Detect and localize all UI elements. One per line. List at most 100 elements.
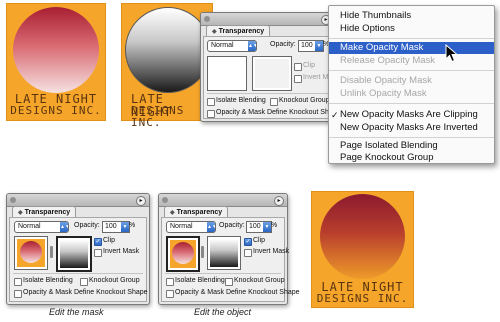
menu-item-label: New Opacity Masks Are Clipping [340,109,478,120]
knockout-group-label: Knockout Group [234,277,285,284]
menu-item-unlink-opacity-mask[interactable]: Unlink Opacity Mask [329,88,494,100]
blend-mode-select[interactable]: Normal ▲▼ [207,40,257,52]
mask-thumbnail-selected[interactable] [56,236,92,272]
menu-separator [329,38,494,39]
blend-mode-select[interactable]: Normal ▲▼ [14,221,69,233]
clip-checkbox[interactable] [294,63,302,71]
close-icon[interactable] [204,16,210,22]
select-arrow-icon: ▲▼ [248,41,257,51]
percent-sign: % [271,222,278,229]
menu-item-hide-options[interactable]: Hide Options [329,23,494,35]
panel-divider [165,273,281,274]
blend-mode-value: Normal [18,223,41,230]
object-thumbnail-selected[interactable] [166,236,200,272]
opacity-input[interactable]: 100 ▼ [298,40,324,52]
close-icon[interactable] [162,197,168,203]
opacity-mask-knockout-checkbox[interactable] [207,110,215,118]
opacity-arrow-icon[interactable]: ▼ [263,222,271,232]
tab-label: Transparency [24,209,71,216]
checkmark-icon: ✓ [331,110,339,120]
mouse-cursor-icon [445,44,459,63]
panel-body: Normal ▲▼ Opacity: 100 ▼ % ✓ Clip Invert… [9,217,148,302]
invert-mask-checkbox[interactable] [244,249,252,257]
invert-mask-checkbox[interactable] [94,249,102,257]
menu-item-disable-opacity-mask[interactable]: Disable Opacity Mask [329,75,494,87]
mask-link-icon[interactable] [50,246,53,258]
opacity-arrow-icon[interactable]: ▼ [121,222,129,232]
blend-mode-select[interactable]: Normal ▲▼ [166,221,216,233]
panel-flyout-menu: Hide Thumbnails Hide Options Make Opacit… [328,5,495,164]
menu-item-new-masks-clipping[interactable]: ✓ New Opacity Masks Are Clipping [329,109,494,121]
opacity-mask-knockout-label: Opacity & Mask Define Knockout Shape [175,289,300,296]
panel-divider [207,93,328,94]
menu-separator [329,70,494,71]
clip-label: Clip [253,237,266,244]
knockout-group-checkbox[interactable] [270,98,278,106]
close-icon[interactable] [10,197,16,203]
menu-separator [329,137,494,138]
transparency-panel-edit-object: ◆ Transparency ▸ Normal ▲▼ Opacity: 100 ▼… [158,193,300,305]
knockout-group-checkbox[interactable] [80,278,88,286]
panel-body: Normal ▲▼ Opacity: 100 ▼ % Clip Invert M… [203,36,341,119]
menu-item-page-knockout-group[interactable]: Page Knockout Group [329,152,494,164]
tab-arrows-icon: ◆ [18,210,23,216]
isolate-blending-checkbox[interactable] [207,98,215,106]
logo-artwork-masked: LATE NIGHT DESIGNS INC. [6,3,106,121]
knockout-group-checkbox[interactable] [225,278,233,286]
tab-label: Transparency [218,28,265,35]
opacity-input[interactable]: 100 ▼ [246,221,272,233]
clip-checkbox[interactable]: ✓ [94,238,102,246]
logo-text-line2: DESIGNS INC. [10,104,102,117]
tab-arrows-icon: ◆ [212,29,217,35]
invert-mask-label: Invert Mask [253,248,290,255]
percent-sign: % [129,222,136,229]
mask-thumbnail[interactable] [207,236,241,270]
isolate-blending-label: Isolate Blending [216,97,266,104]
object-thumbnail[interactable] [14,236,48,270]
opacity-input[interactable]: 100 ▼ [102,221,130,233]
caption-edit-object: Edit the object [194,307,252,317]
transparency-panel-top: ◆ Transparency ▸ Normal ▲▼ Opacity: 100 ▼… [200,12,341,122]
menu-item-make-opacity-mask[interactable]: Make Opacity Mask [329,42,494,54]
isolate-blending-label: Isolate Blending [175,277,225,284]
opacity-label: Opacity: [270,41,296,48]
mask-circle [125,7,211,93]
isolate-blending-checkbox[interactable] [166,278,174,286]
opacity-value: 100 [301,42,313,49]
clip-checkbox[interactable]: ✓ [244,238,252,246]
tab-arrows-icon: ◆ [170,210,175,216]
invert-mask-label: Invert Mask [103,248,140,255]
logo-text-line2: DESIGNS INC. [316,292,409,305]
menu-item-release-opacity-mask[interactable]: Release Opacity Mask [329,55,494,67]
logo-artwork-final: LATE NIGHT DESIGNS INC. [311,191,414,308]
select-arrow-icon: ▲▼ [207,222,216,232]
mask-link-icon[interactable] [201,246,204,258]
isolate-blending-label: Isolate Blending [23,277,73,284]
invert-mask-checkbox[interactable] [294,75,302,83]
object-thumbnail[interactable] [207,56,247,91]
caption-edit-mask: Edit the mask [49,307,104,317]
menu-item-page-isolated-blending[interactable]: Page Isolated Blending [329,140,494,152]
opacity-mask-knockout-checkbox[interactable] [14,290,22,298]
opacity-mask-knockout-label: Opacity & Mask Define Knockout Shape [216,109,341,116]
opacity-arrow-icon[interactable]: ▼ [315,41,323,51]
opacity-mask-knockout-checkbox[interactable] [166,290,174,298]
opacity-mask-knockout-label: Opacity & Mask Define Knockout Shape [23,289,148,296]
panel-menu-icon[interactable]: ▸ [136,196,146,206]
knockout-group-label: Knockout Group [279,97,330,104]
menu-item-hide-thumbnails[interactable]: Hide Thumbnails [329,10,494,22]
blend-mode-value: Normal [170,223,193,230]
logo-circle [320,194,405,279]
opacity-label: Opacity: [74,222,100,229]
panel-menu-icon[interactable]: ▸ [274,196,284,206]
mask-thumbnail[interactable] [252,56,292,91]
select-arrow-icon: ▲▼ [60,222,69,232]
tab-label: Transparency [176,209,223,216]
menu-item-new-masks-inverted[interactable]: New Opacity Masks Are Inverted [329,122,494,134]
opacity-value: 100 [249,223,261,230]
logo-circle [13,7,99,93]
blend-mode-value: Normal [211,42,234,49]
clip-label: Clip [303,62,316,69]
panel-body: Normal ▲▼ Opacity: 100 ▼ % ✓ Clip Invert… [161,217,300,302]
isolate-blending-checkbox[interactable] [14,278,22,286]
